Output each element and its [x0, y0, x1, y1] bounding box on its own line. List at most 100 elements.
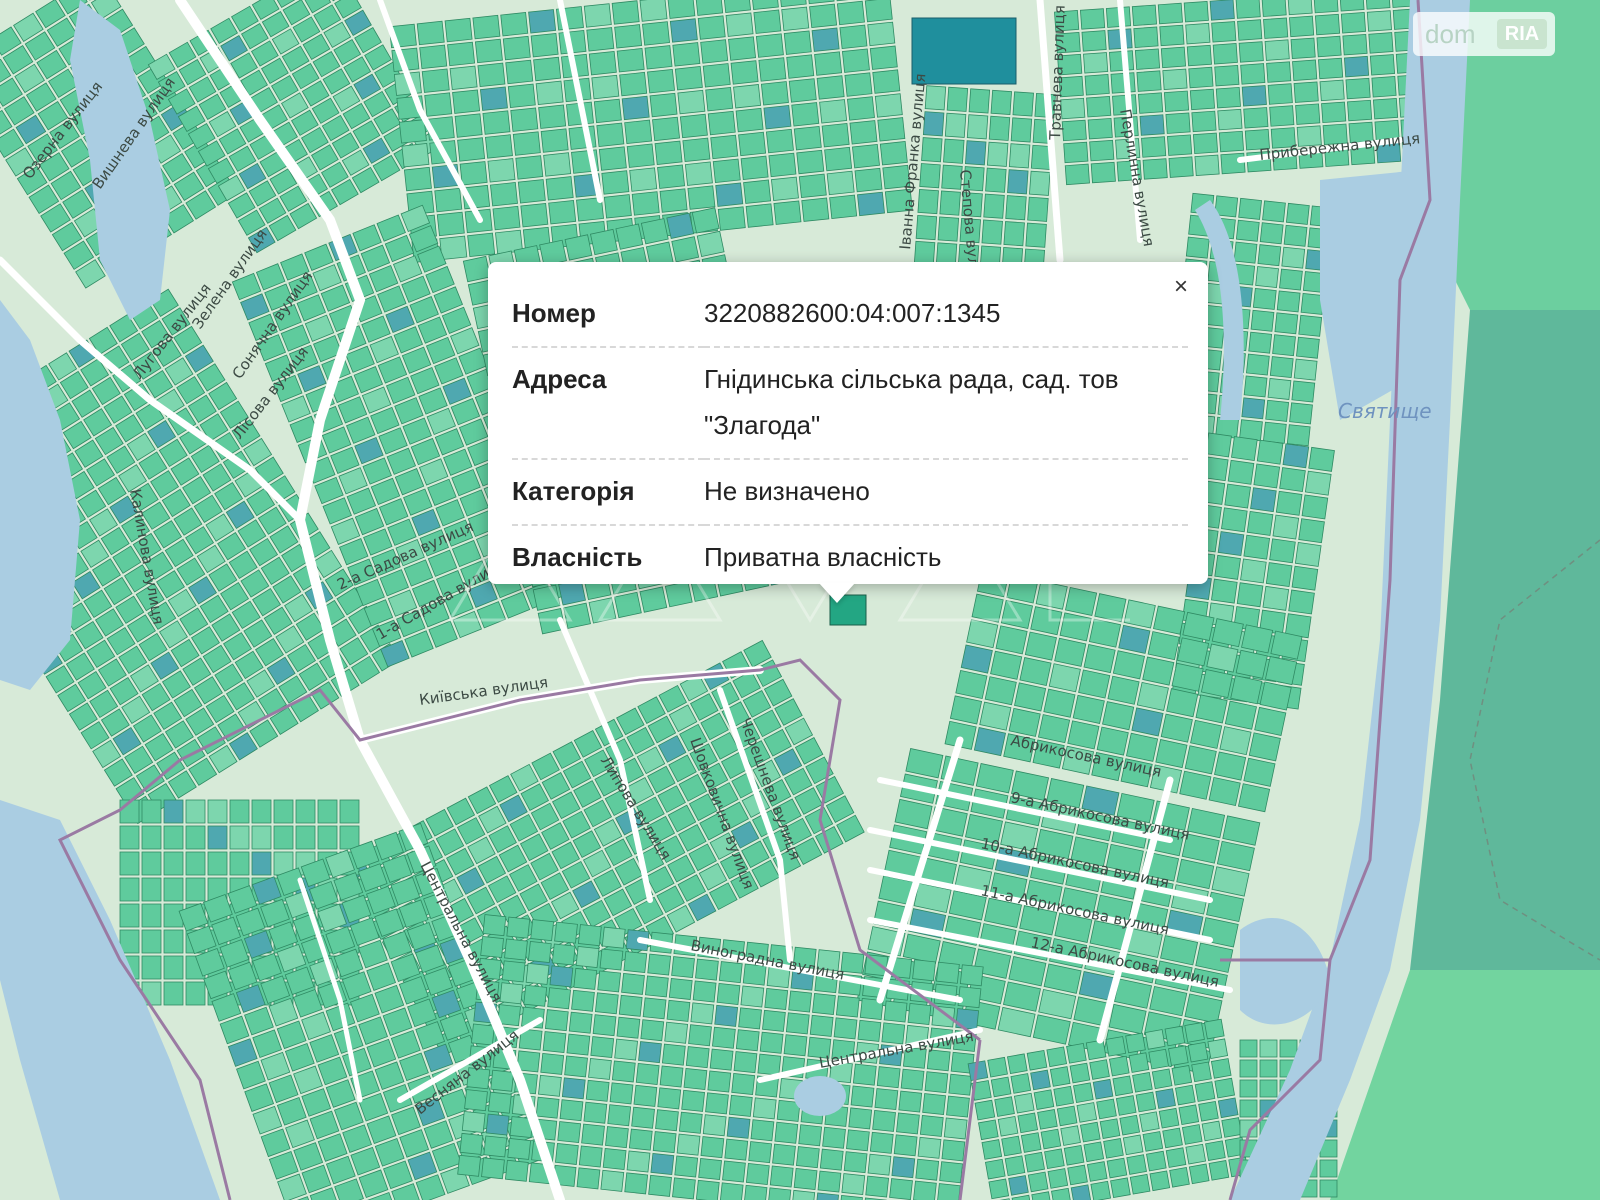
parcel[interactable] [821, 123, 850, 148]
parcel[interactable] [1115, 1095, 1137, 1116]
parcel[interactable] [568, 1011, 593, 1034]
parcel[interactable] [824, 146, 853, 172]
parcel[interactable] [1281, 246, 1306, 269]
parcel[interactable] [548, 200, 577, 225]
parcel[interactable] [995, 625, 1028, 655]
parcel[interactable] [591, 74, 620, 100]
parcel[interactable] [793, 125, 822, 151]
parcel[interactable] [528, 9, 557, 34]
parcel[interactable] [600, 1169, 625, 1192]
parcel[interactable] [712, 158, 741, 183]
parcel[interactable] [944, 112, 967, 138]
parcel[interactable] [733, 1051, 758, 1074]
parcel[interactable] [809, 1014, 834, 1037]
parcel[interactable] [1285, 202, 1310, 225]
parcel[interactable] [764, 988, 789, 1010]
parcel[interactable] [339, 825, 360, 850]
parcel[interactable] [1066, 1043, 1087, 1064]
parcel[interactable] [571, 989, 595, 1012]
parcel[interactable] [1239, 1039, 1258, 1058]
parcel[interactable] [1070, 1184, 1092, 1200]
parcel[interactable] [801, 197, 830, 222]
parcel[interactable] [849, 120, 878, 145]
parcel[interactable] [1160, 713, 1193, 743]
parcel[interactable] [1079, 1121, 1101, 1143]
parcel[interactable] [605, 1126, 629, 1149]
parcel[interactable] [1267, 83, 1293, 105]
parcel[interactable] [702, 1114, 727, 1137]
parcel[interactable] [1008, 1175, 1029, 1196]
parcel[interactable] [1291, 380, 1316, 403]
parcel[interactable] [1259, 1039, 1278, 1058]
parcel[interactable] [1163, 90, 1190, 112]
parcel[interactable] [1119, 1114, 1141, 1136]
parcel[interactable] [1158, 1107, 1180, 1129]
parcel[interactable] [740, 985, 765, 1008]
parcel[interactable] [671, 956, 695, 979]
parcel[interactable] [1319, 1159, 1338, 1178]
parcel[interactable] [640, 1019, 665, 1042]
parcel[interactable] [588, 50, 617, 76]
parcel[interactable] [488, 1091, 512, 1114]
parcel[interactable] [750, 1119, 775, 1142]
parcel[interactable] [1246, 510, 1274, 536]
parcel[interactable] [295, 799, 316, 824]
parcel[interactable] [1339, 0, 1365, 12]
parcel[interactable] [1214, 554, 1241, 580]
parcel[interactable] [619, 71, 648, 97]
parcel[interactable] [833, 1017, 858, 1040]
parcel[interactable] [1146, 1150, 1167, 1172]
parcel[interactable] [1203, 1018, 1225, 1040]
parcel[interactable] [1014, 682, 1047, 712]
parcel[interactable] [542, 1031, 567, 1054]
parcel[interactable] [788, 78, 817, 103]
parcel[interactable] [1024, 631, 1057, 661]
parcel[interactable] [724, 1138, 749, 1161]
parcel[interactable] [1221, 507, 1248, 533]
parcel[interactable] [317, 825, 338, 850]
parcel[interactable] [1304, 470, 1332, 496]
parcel[interactable] [817, 1170, 842, 1193]
parcel[interactable] [1151, 1068, 1173, 1090]
parcel[interactable] [1008, 143, 1031, 169]
parcel[interactable] [1063, 141, 1089, 164]
parcel[interactable] [697, 15, 726, 40]
parcel[interactable] [554, 921, 578, 944]
parcel[interactable] [1129, 1173, 1151, 1195]
parcel[interactable] [1142, 656, 1175, 686]
parcel[interactable] [682, 137, 711, 163]
parcel[interactable] [924, 85, 947, 111]
parcel[interactable] [1269, 356, 1294, 379]
parcel[interactable] [1072, 694, 1105, 724]
parcel[interactable] [1243, 534, 1271, 560]
parcel[interactable] [869, 1131, 894, 1154]
parcel[interactable] [1025, 222, 1047, 248]
parcel[interactable] [877, 117, 906, 142]
parcel[interactable] [986, 141, 1009, 167]
parcel[interactable] [981, 1139, 1003, 1160]
parcel[interactable] [454, 113, 483, 138]
parcel[interactable] [753, 9, 782, 34]
parcel[interactable] [786, 54, 815, 79]
parcel[interactable] [583, 1101, 608, 1124]
parcel[interactable] [1153, 605, 1186, 635]
parcel[interactable] [1227, 459, 1255, 485]
parcel[interactable] [1048, 663, 1081, 693]
parcel[interactable] [912, 959, 936, 982]
parcel[interactable] [1134, 48, 1161, 70]
parcel[interactable] [1185, 1143, 1207, 1165]
parcel[interactable] [421, 68, 450, 93]
parcel[interactable] [731, 1073, 756, 1095]
parcel[interactable] [505, 59, 534, 85]
parcel[interactable] [185, 799, 206, 824]
parcel[interactable] [1136, 681, 1169, 712]
parcel[interactable] [603, 194, 632, 219]
parcel[interactable] [492, 205, 521, 231]
parcel[interactable] [809, 3, 838, 29]
parcel[interactable] [723, 0, 752, 13]
parcel[interactable] [874, 1088, 899, 1111]
parcel[interactable] [141, 929, 162, 954]
parcel[interactable] [867, 21, 896, 47]
parcel[interactable] [1298, 518, 1325, 544]
parcel[interactable] [1264, 656, 1298, 686]
